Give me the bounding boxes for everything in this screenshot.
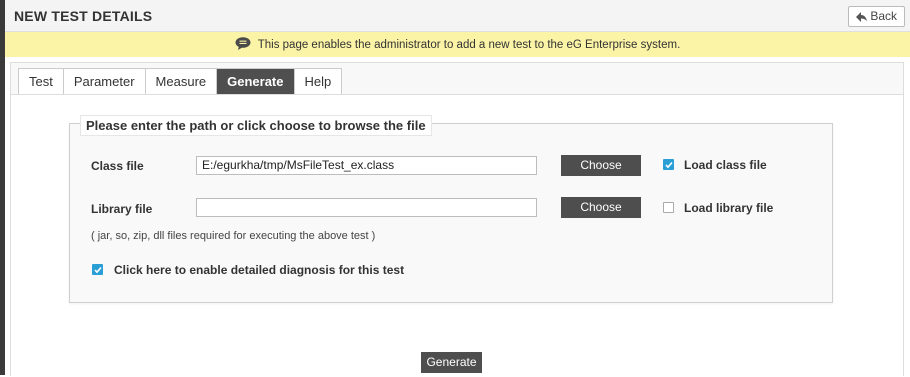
load-library-file-label: Load library file xyxy=(684,201,774,215)
tab-content: Please enter the path or click choose to… xyxy=(11,94,903,377)
fieldset-legend: Please enter the path or click choose to… xyxy=(80,115,432,136)
file-path-fieldset: Please enter the path or click choose to… xyxy=(69,115,833,303)
info-banner: This page enables the administrator to a… xyxy=(5,32,910,57)
generate-button[interactable]: Generate xyxy=(421,352,482,373)
checkmark-icon xyxy=(94,266,102,274)
checkmark-icon xyxy=(665,161,673,169)
main-panel: Test Parameter Measure Generate Help Ple… xyxy=(10,62,904,377)
detailed-diagnosis-checkbox[interactable] xyxy=(92,264,103,275)
class-file-choose-button[interactable]: Choose xyxy=(561,155,641,176)
load-class-file-checkbox[interactable] xyxy=(663,159,674,170)
class-file-input[interactable] xyxy=(196,156,537,175)
banner-message: This page enables the administrator to a… xyxy=(257,38,681,51)
tab-test[interactable]: Test xyxy=(19,69,64,95)
tab-generate[interactable]: Generate xyxy=(217,69,295,95)
page-title: NEW TEST DETAILS xyxy=(14,8,153,24)
file-types-note: ( jar, so, zip, dll files required for e… xyxy=(91,230,376,242)
tab-parameter[interactable]: Parameter xyxy=(63,69,146,95)
library-file-label: Library file xyxy=(91,202,153,216)
tab-measure[interactable]: Measure xyxy=(145,69,218,95)
back-arrow-icon xyxy=(856,11,868,22)
back-button[interactable]: Back xyxy=(848,6,905,27)
library-file-input[interactable] xyxy=(196,198,537,217)
tab-help[interactable]: Help xyxy=(294,69,342,95)
speech-bubble-icon xyxy=(235,36,251,53)
class-file-label: Class file xyxy=(91,159,144,173)
detailed-diagnosis-label: Click here to enable detailed diagnosis … xyxy=(114,263,405,277)
load-class-file-label: Load class file xyxy=(684,158,767,172)
library-file-choose-button[interactable]: Choose xyxy=(561,197,641,218)
tab-bar: Test Parameter Measure Generate Help xyxy=(18,68,343,96)
page-header: NEW TEST DETAILS Back xyxy=(5,0,910,32)
back-label: Back xyxy=(870,9,897,23)
load-library-file-checkbox[interactable] xyxy=(663,202,674,213)
